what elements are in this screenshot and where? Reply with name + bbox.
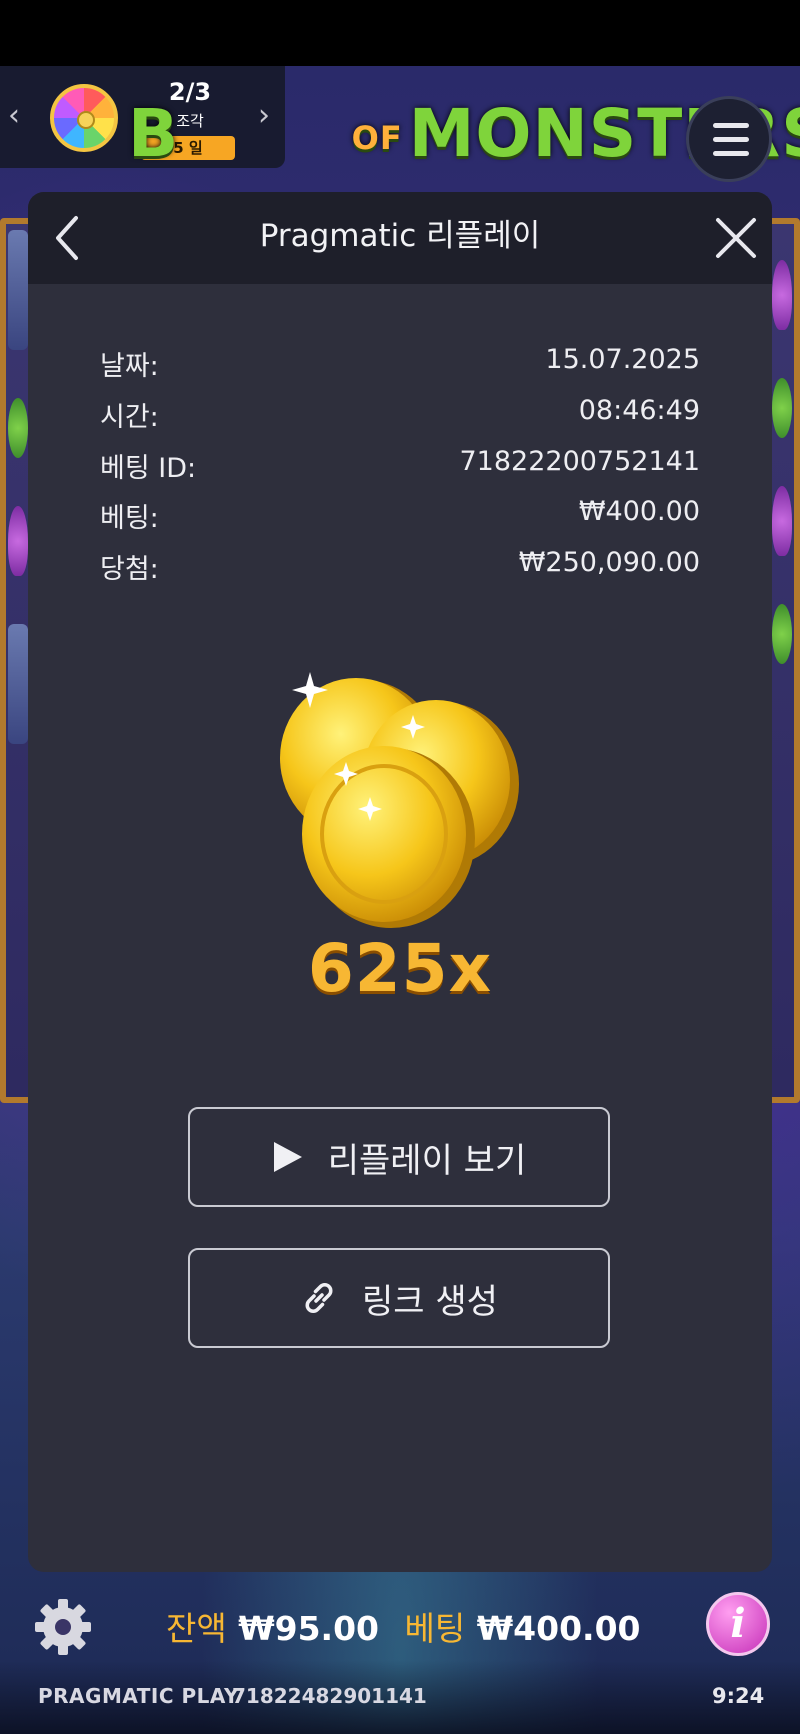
bet-label: 베팅 — [404, 1609, 466, 1648]
play-icon — [273, 1142, 302, 1172]
info-label: 날짜: — [100, 351, 159, 382]
reel-symbol — [772, 604, 792, 664]
balance-label: 잔액 — [166, 1609, 227, 1648]
create-link-label: 링크 생성 — [362, 1281, 498, 1322]
gold-coins-icon — [280, 672, 519, 928]
balance-bet-display: 잔액 ₩95.00 베팅 ₩400.00 — [166, 1602, 641, 1650]
create-link-button[interactable]: 링크 생성 — [188, 1248, 610, 1348]
reel-symbol — [772, 260, 792, 330]
reel-symbol — [772, 486, 792, 556]
reel-column-left — [8, 230, 28, 1090]
info-row-date: 날짜: 15.07.2025 — [100, 344, 700, 384]
reel-symbol — [772, 378, 792, 438]
info-value: ₩400.00 — [578, 496, 700, 527]
reel-symbol — [8, 624, 28, 744]
info-row-bet-id: 베팅 ID: 71822200752141 — [100, 446, 700, 486]
modal-header: Pragmatic 리플레이 — [28, 192, 772, 284]
close-icon[interactable] — [708, 210, 764, 266]
info-label: 베팅: — [100, 503, 159, 534]
prize-wheel-icon[interactable] — [50, 84, 118, 152]
reel-symbol — [8, 230, 28, 350]
logo-part: B — [128, 95, 180, 172]
info-value: 08:46:49 — [578, 395, 700, 426]
watch-replay-label: 리플레이 보기 — [327, 1140, 527, 1181]
logo-part: OF — [351, 118, 403, 157]
provider-name: PRAGMATIC PLAY — [38, 1684, 239, 1708]
info-row-time: 시간: 08:46:49 — [100, 395, 700, 435]
win-multiplier: 625x — [307, 930, 493, 1007]
info-label: 베팅 ID: — [100, 453, 197, 484]
gear-icon[interactable] — [32, 1596, 94, 1658]
hamburger-icon — [713, 137, 749, 142]
info-label: 당첨: — [100, 554, 159, 585]
back-arrow-icon[interactable] — [44, 210, 94, 266]
bottom-bar: 잔액 ₩95.00 베팅 ₩400.00 i — [0, 1572, 800, 1734]
watch-replay-button[interactable]: 리플레이 보기 — [188, 1107, 610, 1207]
chevron-left-icon[interactable]: ‹ — [8, 96, 20, 136]
info-row-bet: 베팅: ₩400.00 — [100, 496, 700, 536]
link-icon — [305, 1283, 333, 1313]
wheel-center — [77, 111, 95, 129]
balance-value: ₩95.00 — [238, 1609, 380, 1648]
hamburger-icon — [713, 151, 749, 156]
info-value: 15.07.2025 — [545, 344, 700, 375]
menu-button[interactable] — [686, 96, 772, 182]
reel-symbol — [8, 398, 28, 458]
clock: 9:24 — [712, 1684, 765, 1708]
hamburger-icon — [713, 123, 749, 128]
info-icon[interactable]: i — [706, 1592, 770, 1656]
info-row-win: 당첨: ₩250,090.00 — [100, 547, 700, 587]
game-logo: BOOKOFMONSTERS — [128, 84, 800, 184]
reel-symbol — [8, 506, 28, 576]
info-label: 시간: — [100, 402, 159, 433]
round-id: 71822482901141 — [232, 1684, 427, 1708]
info-value: ₩250,090.00 — [518, 547, 700, 578]
modal-title: Pragmatic 리플레이 — [259, 218, 541, 254]
replay-modal: Pragmatic 리플레이 날짜: 15.07.2025 시간: 08:46:… — [28, 192, 772, 1572]
bet-value: ₩400.00 — [476, 1609, 641, 1648]
info-value: 71822200752141 — [459, 446, 701, 477]
reel-column-right — [772, 230, 792, 1090]
